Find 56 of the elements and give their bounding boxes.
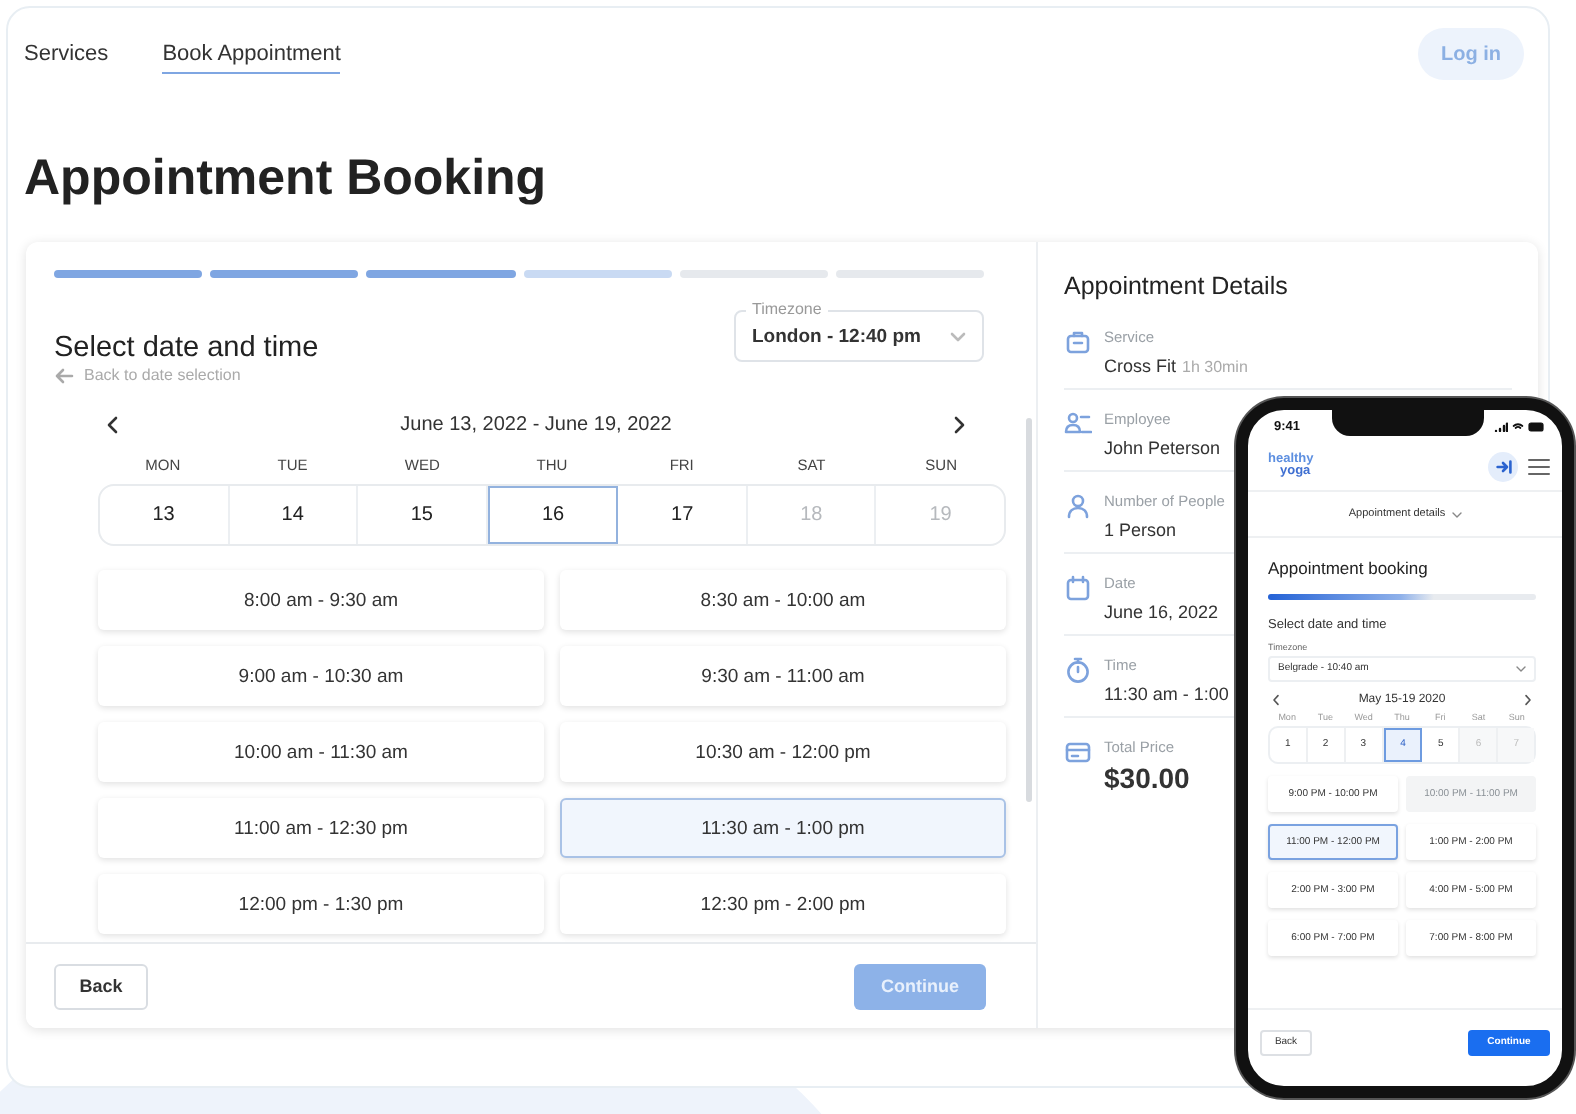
card-icon [1064, 738, 1092, 766]
day-cell[interactable]: 15 [358, 486, 488, 544]
person-icon [1064, 492, 1092, 520]
day-cell[interactable]: 17 [618, 486, 748, 544]
panel-title: Appointment Details [1064, 272, 1290, 300]
chevron-down-icon [950, 331, 966, 341]
time-slot[interactable]: 12:00 pm - 1:30 pm [98, 874, 544, 934]
previous-week-button[interactable] [1272, 693, 1280, 705]
bag-icon [1064, 328, 1092, 356]
nav-link[interactable]: Book Appointment [162, 34, 341, 74]
chevron-left-icon [106, 415, 118, 433]
day-cell[interactable]: 13 [100, 486, 230, 544]
booking-title: Appointment booking [1268, 558, 1430, 578]
next-week-button[interactable] [953, 415, 966, 433]
detail-value: 1 Person [1104, 520, 1177, 540]
time-slot[interactable]: 10:30 am - 12:00 pm [560, 722, 1006, 782]
detail-value: Cross Fit [1104, 356, 1176, 376]
stopwatch-icon [1064, 656, 1092, 684]
time-slot[interactable]: 8:30 am - 10:00 am [560, 570, 1006, 630]
nav-link[interactable]: Services [24, 34, 109, 74]
wifi-icon [1512, 421, 1524, 431]
login-button[interactable] [1488, 451, 1518, 481]
time-slot[interactable]: 11:30 am - 1:00 pm [560, 798, 1006, 858]
detail-value: 11:30 am - 1:00 [1104, 684, 1229, 704]
detail-value: $30.00 [1104, 762, 1190, 794]
menu-button[interactable] [1528, 457, 1550, 475]
sign-in-icon [1495, 459, 1511, 473]
menu-icon [1528, 457, 1550, 475]
day-cell[interactable]: 14 [229, 486, 359, 544]
chevron-left-icon [1272, 693, 1280, 705]
chevron-down-icon [1451, 511, 1462, 517]
battery-icon [1528, 421, 1546, 431]
calendar-icon [1064, 574, 1092, 602]
chevron-right-icon [1524, 693, 1532, 705]
scrollbar[interactable] [1026, 418, 1032, 802]
section-heading: Select date and time [54, 330, 319, 366]
detail-value: John Peterson [1104, 438, 1221, 458]
next-week-button[interactable] [1524, 693, 1532, 705]
time-slot[interactable]: 11:00 am - 12:30 pm [98, 798, 544, 858]
time-slot[interactable]: 8:00 am - 9:30 am [98, 570, 544, 630]
chevron-down-icon [1516, 665, 1526, 671]
day-cell[interactable]: 16 [487, 486, 619, 544]
duration-note: 1h 30min [1182, 358, 1248, 376]
previous-week-button[interactable] [106, 415, 118, 433]
time-slot[interactable]: 10:00 am - 11:30 am [98, 722, 544, 782]
chevron-right-icon [953, 415, 966, 433]
week-range: June 13, 2022 - June 19, 2022 [400, 413, 672, 435]
time-slot[interactable]: 12:30 pm - 2:00 pm [560, 874, 1006, 934]
back-button[interactable]: Back [54, 963, 148, 1010]
people-icon [1064, 410, 1092, 438]
page-title: Appointment Booking [24, 148, 549, 208]
signal-icon [1494, 421, 1508, 431]
detail-value: June 16, 2022 [1104, 602, 1219, 622]
time-slot[interactable]: 9:30 am - 11:00 am [560, 646, 1006, 706]
arrow-left-icon [54, 367, 74, 383]
time-slot[interactable]: 9:00 am - 10:30 am [98, 646, 544, 706]
